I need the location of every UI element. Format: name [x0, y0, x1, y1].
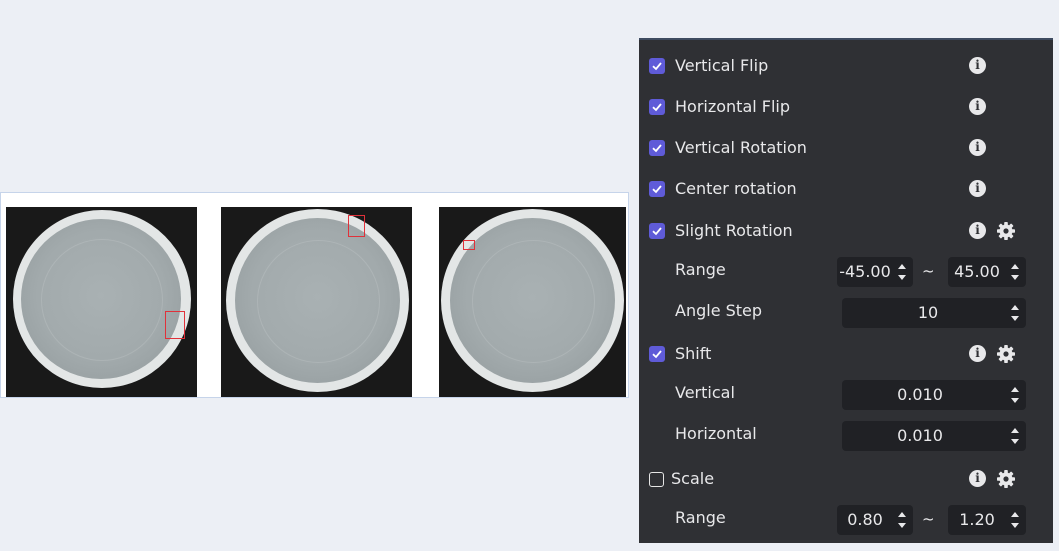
horizontal-flip-label: Horizontal Flip	[675, 97, 791, 116]
checkmark-icon	[652, 144, 662, 153]
shift-horizontal-row: Horizontal 0.010	[639, 421, 1053, 451]
up-down-arrows-icon[interactable]	[1010, 302, 1020, 324]
angle-step-row: Angle Step 10	[639, 298, 1053, 328]
shift-vertical-stepper[interactable]: 0.010	[842, 380, 1026, 410]
scale-range-row: Range 0.80 ~ 1.20	[639, 505, 1053, 535]
slight-rotation-label: Slight Rotation	[675, 221, 793, 240]
vertical-rotation-checkbox[interactable]	[649, 140, 665, 156]
shift-vertical-label: Vertical	[675, 383, 735, 402]
scale-checkbox[interactable]	[649, 472, 664, 487]
shift-horizontal-value: 0.010	[897, 426, 943, 445]
sample-image-2[interactable]	[221, 207, 412, 397]
center-rotation-label: Center rotation	[675, 179, 797, 198]
shift-checkbox[interactable]	[649, 346, 665, 362]
checkmark-icon	[652, 350, 662, 359]
sample-image-3[interactable]	[439, 207, 626, 397]
scale-row: Scale i	[639, 464, 1053, 494]
horizontal-flip-row: Horizontal Flip i	[639, 92, 1053, 122]
gear-icon[interactable]	[996, 221, 1016, 241]
horizontal-flip-checkbox[interactable]	[649, 99, 665, 115]
sample-image-1[interactable]	[6, 207, 197, 397]
center-rotation-checkbox[interactable]	[649, 181, 665, 197]
info-icon[interactable]: i	[969, 180, 986, 197]
checkmark-icon	[652, 103, 662, 112]
rotation-range-min-value: -45.00	[839, 262, 891, 281]
scale-range-min-stepper[interactable]: 0.80	[837, 505, 913, 535]
defect-box	[463, 240, 475, 250]
shift-vertical-value: 0.010	[897, 385, 943, 404]
up-down-arrows-icon[interactable]	[897, 261, 907, 283]
info-icon[interactable]: i	[969, 57, 986, 74]
info-icon[interactable]: i	[969, 470, 986, 487]
defect-box	[165, 311, 185, 339]
vertical-flip-checkbox[interactable]	[649, 58, 665, 74]
defect-box	[348, 215, 365, 237]
range-label: Range	[675, 508, 726, 527]
checkmark-icon	[652, 185, 662, 194]
vertical-flip-row: Vertical Flip i	[639, 51, 1053, 81]
gear-icon[interactable]	[996, 344, 1016, 364]
rotation-range-max-stepper[interactable]: 45.00	[948, 257, 1026, 287]
up-down-arrows-icon[interactable]	[1010, 261, 1020, 283]
shift-row: Shift i	[639, 339, 1053, 369]
angle-step-value: 10	[917, 303, 939, 322]
shift-horizontal-stepper[interactable]: 0.010	[842, 421, 1026, 451]
scale-label: Scale	[671, 469, 715, 488]
slight-rotation-row: Slight Rotation i	[639, 216, 1053, 246]
range-separator: ~	[922, 262, 935, 280]
range-separator: ~	[922, 510, 935, 528]
gear-icon[interactable]	[996, 469, 1016, 489]
slight-rotation-checkbox[interactable]	[649, 223, 665, 239]
up-down-arrows-icon[interactable]	[1010, 384, 1020, 406]
up-down-arrows-icon[interactable]	[1010, 425, 1020, 447]
angle-step-stepper[interactable]: 10	[842, 298, 1026, 328]
shift-label: Shift	[675, 344, 712, 363]
scale-range-max-stepper[interactable]: 1.20	[948, 505, 1026, 535]
shift-horizontal-label: Horizontal	[675, 424, 757, 443]
info-icon[interactable]: i	[969, 222, 986, 239]
rotation-range-max-value: 45.00	[954, 262, 1000, 281]
vertical-rotation-label: Vertical Rotation	[675, 138, 807, 157]
info-icon[interactable]: i	[969, 345, 986, 362]
scale-range-max-value: 1.20	[959, 510, 995, 529]
augmentation-preview-strip	[0, 192, 629, 398]
info-icon[interactable]: i	[969, 139, 986, 156]
rotation-range-min-stepper[interactable]: -45.00	[837, 257, 913, 287]
up-down-arrows-icon[interactable]	[1010, 509, 1020, 531]
vertical-rotation-row: Vertical Rotation i	[639, 133, 1053, 163]
slight-rotation-range-row: Range -45.00 ~ 45.00	[639, 257, 1053, 287]
up-down-arrows-icon[interactable]	[897, 509, 907, 531]
range-label: Range	[675, 260, 726, 279]
info-icon[interactable]: i	[969, 98, 986, 115]
checkmark-icon	[652, 62, 662, 71]
angle-step-label: Angle Step	[675, 301, 763, 320]
scale-range-min-value: 0.80	[847, 510, 883, 529]
augmentation-settings-panel: Vertical Flip i Horizontal Flip i Vertic…	[639, 38, 1053, 543]
checkmark-icon	[652, 227, 662, 236]
shift-vertical-row: Vertical 0.010	[639, 380, 1053, 410]
center-rotation-row: Center rotation i	[639, 174, 1053, 204]
vertical-flip-label: Vertical Flip	[675, 56, 769, 75]
